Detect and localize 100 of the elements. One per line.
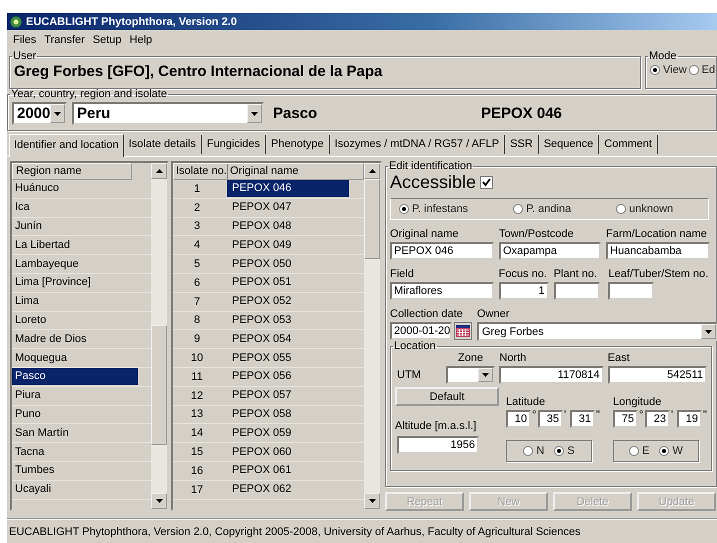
tab[interactable]: SSR	[505, 135, 539, 154]
zone-dropdown[interactable]	[446, 366, 496, 384]
window-title: EUCABLIGHT Phytophthora, Version 2.0	[26, 16, 237, 28]
field-label: Original name	[390, 228, 460, 241]
table-cell[interactable]: PEPOX 048	[227, 218, 349, 235]
country-dropdown[interactable]: Peru	[72, 102, 264, 125]
scroll-up-button[interactable]	[364, 163, 380, 179]
input-field[interactable]: Miraflores	[390, 282, 494, 300]
region-item[interactable]: Lima	[12, 293, 138, 310]
radio-option[interactable]: W	[659, 445, 683, 457]
region-item[interactable]: Huánuco	[12, 180, 138, 198]
scroll-down-button[interactable]	[364, 493, 380, 509]
table-cell[interactable]: PEPOX 047	[227, 199, 349, 216]
table-cell[interactable]: PEPOX 053	[227, 312, 349, 329]
tab[interactable]: Phenotype	[266, 135, 330, 154]
owner-dropdown[interactable]: Greg Forbes	[477, 322, 717, 341]
input-field[interactable]: 542511	[608, 366, 707, 384]
radio-option[interactable]: N	[523, 445, 544, 457]
table-cell[interactable]: PEPOX 058	[227, 406, 349, 423]
radio-option[interactable]: View	[650, 64, 687, 76]
input-field[interactable]	[554, 282, 600, 300]
input-field[interactable]: Oxapampa	[499, 242, 601, 260]
table-cell[interactable]: PEPOX 050	[227, 256, 349, 273]
table-cell[interactable]: PEPOX 056	[227, 368, 349, 386]
year-dropdown[interactable]: 2000	[12, 102, 67, 125]
table-cell[interactable]: PEPOX 060	[227, 444, 349, 461]
table-cell[interactable]: PEPOX 055	[227, 350, 349, 367]
tab[interactable]: Comment	[599, 135, 658, 154]
region-item[interactable]: Puno	[12, 406, 138, 423]
region-item[interactable]: Loreto	[12, 312, 138, 329]
table-cell[interactable]: PEPOX 046	[227, 180, 349, 198]
scroll-up-button[interactable]	[151, 163, 167, 179]
table-cell[interactable]: PEPOX 051	[227, 274, 349, 292]
region-item[interactable]: Lima [Province]	[12, 274, 138, 292]
menu-item[interactable]: Files	[9, 34, 40, 46]
radio-option[interactable]: P. andina	[513, 203, 572, 215]
field-label: Focus no.	[498, 268, 548, 281]
menu-item[interactable]: Setup	[88, 34, 126, 46]
table-cell[interactable]: PEPOX 057	[227, 387, 349, 404]
calendar-icon[interactable]	[454, 322, 472, 340]
scrollbar-thumb[interactable]	[364, 179, 380, 259]
tab[interactable]: Identifier and location	[9, 134, 124, 157]
input-field[interactable]: 75	[613, 410, 638, 428]
radio-option[interactable]: E	[629, 445, 650, 457]
radio-option[interactable]: S	[554, 445, 575, 457]
tab[interactable]: Isolate details	[124, 135, 202, 154]
region-item[interactable]: Piura	[12, 387, 138, 404]
input-field[interactable]: 10	[506, 410, 531, 428]
region-item[interactable]: Moquegua	[12, 350, 138, 367]
date-field[interactable]: 2000-01-20	[390, 322, 452, 340]
region-item[interactable]: San Martín	[12, 424, 138, 442]
table-cell[interactable]: PEPOX 052	[227, 293, 349, 310]
table-cell[interactable]: PEPOX 054	[227, 330, 349, 348]
region-item[interactable]: Tumbes	[12, 462, 138, 480]
field-label: Longitude	[613, 396, 662, 409]
table-cell[interactable]: PEPOX 062	[227, 481, 349, 498]
radio-option[interactable]: Ed	[688, 64, 716, 76]
input-field[interactable]: 31	[570, 410, 595, 428]
up-arrow-icon	[368, 169, 376, 173]
region-item[interactable]: Pasco	[12, 368, 138, 386]
tab[interactable]: Sequence	[538, 135, 600, 154]
region-item[interactable]: La Libertad	[12, 236, 138, 254]
table-cell[interactable]: PEPOX 049	[227, 236, 349, 254]
table-cell[interactable]: PEPOX 059	[227, 424, 349, 442]
region-item[interactable]: Ica	[12, 199, 138, 216]
menu-item[interactable]: Help	[126, 34, 156, 46]
column-header[interactable]: Isolate no.	[174, 164, 228, 179]
default-button[interactable]: Default	[395, 387, 499, 406]
field-label: Town/Postcode	[499, 228, 575, 241]
table-cell-text: 10	[190, 352, 204, 364]
tab[interactable]: Isozymes / mtDNA / RG57 / AFLP	[330, 135, 506, 154]
input-field[interactable]: 1170814	[499, 366, 604, 384]
region-item[interactable]: Madre de Dios	[12, 330, 138, 348]
column-header[interactable]: Region name	[12, 163, 132, 180]
checkbox[interactable]	[480, 176, 494, 188]
radio-option[interactable]: P. infestans	[399, 203, 468, 215]
field-label: Plant no.	[554, 268, 598, 281]
input-field[interactable]	[608, 282, 654, 300]
input-field[interactable]: PEPOX 046	[390, 242, 494, 260]
region-item[interactable]: Lambayeque	[12, 256, 138, 273]
menu-item[interactable]: Transfer	[40, 34, 89, 46]
input-field[interactable]: Huancabamba	[606, 242, 710, 260]
group-label: Year, country, region and isolate	[10, 89, 168, 100]
field-label: North	[499, 352, 528, 365]
radio-option[interactable]: unknown	[616, 203, 674, 215]
input-field[interactable]: 1	[498, 282, 549, 300]
column-header[interactable]: Original name	[228, 164, 298, 179]
input-field[interactable]: 1956	[397, 436, 479, 454]
tab[interactable]: Fungicides	[202, 135, 266, 154]
region-item[interactable]: Tacna	[12, 444, 138, 461]
scroll-down-button[interactable]	[151, 493, 167, 509]
region-item[interactable]: Junín	[12, 218, 138, 235]
group-label: Location	[393, 341, 437, 352]
input-field[interactable]: 23	[645, 410, 670, 428]
input-field[interactable]: 19	[677, 410, 702, 428]
scrollbar-thumb[interactable]	[151, 325, 167, 445]
down-arrow-icon	[156, 499, 162, 503]
input-field[interactable]: 35	[538, 410, 563, 428]
table-cell[interactable]: PEPOX 061	[227, 462, 349, 480]
region-item[interactable]: Ucayali	[12, 481, 138, 498]
